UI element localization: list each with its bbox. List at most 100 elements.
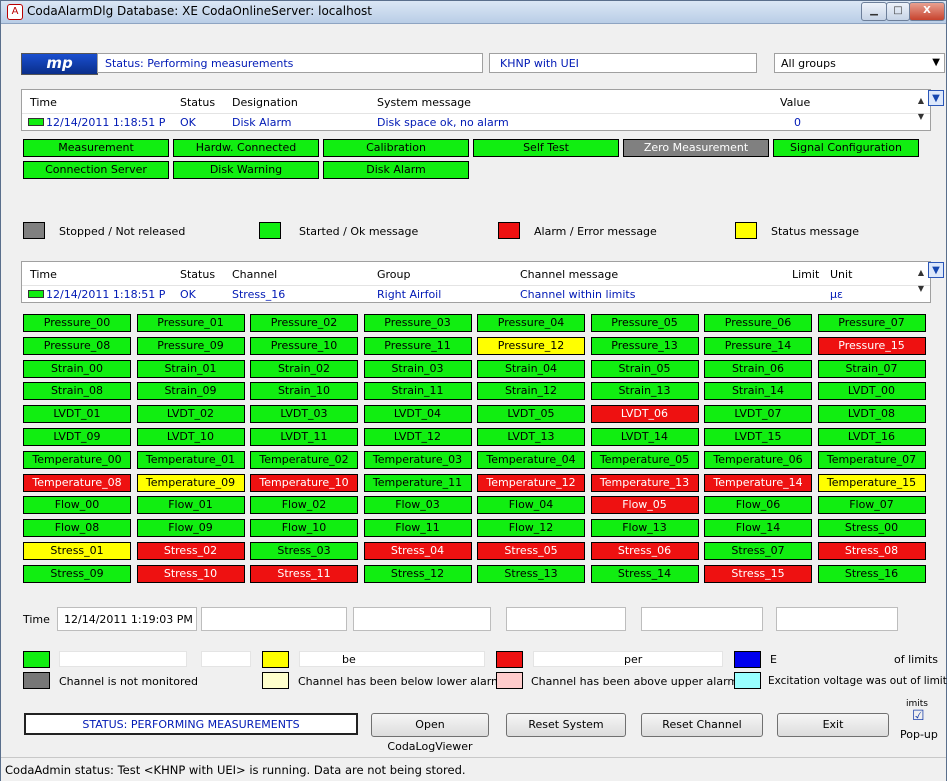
channel-strain-02[interactable]: Strain_02 — [250, 359, 358, 378]
channel-temperature-07[interactable]: Temperature_07 — [817, 450, 926, 469]
channel-stress-05[interactable]: Stress_05 — [477, 542, 585, 560]
channel-pressure-11[interactable]: Pressure_11 — [363, 336, 472, 355]
system-status-connection-server[interactable]: Connection Server — [23, 161, 169, 179]
table-row[interactable]: 12/14/2011 1:18:51 P OK Disk Alarm Disk … — [22, 114, 912, 130]
channel-stress-10[interactable]: Stress_10 — [136, 564, 245, 583]
channel-temperature-06[interactable]: Temperature_06 — [704, 450, 812, 469]
channel-stress-02[interactable]: Stress_02 — [136, 542, 245, 560]
channel-lvdt-05[interactable]: LVDT_05 — [477, 405, 585, 424]
channel-lvdt-16[interactable]: LVDT_16 — [817, 428, 926, 446]
system-status-zero-measurement[interactable]: Zero Measurement — [623, 139, 769, 157]
channel-lvdt-14[interactable]: LVDT_14 — [590, 428, 699, 446]
channel-lvdt-04[interactable]: LVDT_04 — [363, 405, 472, 424]
channel-pressure-05[interactable]: Pressure_05 — [590, 314, 699, 332]
channel-flow-07[interactable]: Flow_07 — [817, 496, 926, 515]
channel-temperature-01[interactable]: Temperature_01 — [136, 450, 245, 469]
channel-temperature-10[interactable]: Temperature_10 — [250, 473, 358, 492]
channel-flow-06[interactable]: Flow_06 — [704, 496, 812, 515]
channel-stress-07[interactable]: Stress_07 — [704, 542, 812, 560]
scroll-down-icon[interactable]: ▼ — [913, 110, 929, 123]
channel-temperature-08[interactable]: Temperature_08 — [23, 473, 131, 492]
expand-channel-table-icon[interactable]: ▼ — [928, 262, 944, 278]
channel-temperature-14[interactable]: Temperature_14 — [704, 473, 812, 492]
channel-lvdt-08[interactable]: LVDT_08 — [817, 405, 926, 424]
group-select[interactable]: All groups ▼ — [774, 53, 945, 73]
channel-stress-13[interactable]: Stress_13 — [477, 564, 585, 583]
channel-strain-13[interactable]: Strain_13 — [590, 382, 699, 401]
info-field-1[interactable] — [201, 607, 347, 631]
channel-temperature-02[interactable]: Temperature_02 — [250, 450, 358, 469]
channel-temperature-15[interactable]: Temperature_15 — [817, 473, 926, 492]
channel-flow-14[interactable]: Flow_14 — [704, 519, 812, 538]
scroll-down-icon[interactable]: ▼ — [913, 282, 929, 295]
system-message-table[interactable]: Time Status Designation System message V… — [21, 89, 931, 131]
channel-lvdt-07[interactable]: LVDT_07 — [704, 405, 812, 424]
channel-pressure-06[interactable]: Pressure_06 — [704, 314, 812, 332]
channel-strain-11[interactable]: Strain_11 — [363, 382, 472, 401]
channel-lvdt-03[interactable]: LVDT_03 — [250, 405, 358, 424]
channel-strain-01[interactable]: Strain_01 — [136, 359, 245, 378]
system-status-disk-warning[interactable]: Disk Warning — [173, 161, 319, 179]
channel-lvdt-12[interactable]: LVDT_12 — [363, 428, 472, 446]
channel-lvdt-02[interactable]: LVDT_02 — [136, 405, 245, 424]
table-row[interactable]: 12/14/2011 1:18:51 P OK Stress_16 Right … — [22, 286, 912, 302]
channel-pressure-10[interactable]: Pressure_10 — [250, 336, 358, 355]
channel-stress-06[interactable]: Stress_06 — [590, 542, 699, 560]
channel-stress-11[interactable]: Stress_11 — [250, 564, 358, 583]
channel-pressure-00[interactable]: Pressure_00 — [23, 314, 131, 332]
channel-flow-03[interactable]: Flow_03 — [363, 496, 472, 515]
expand-system-table-icon[interactable]: ▼ — [928, 90, 944, 106]
channel-lvdt-10[interactable]: LVDT_10 — [136, 428, 245, 446]
channel-stress-15[interactable]: Stress_15 — [704, 564, 812, 583]
channel-strain-10[interactable]: Strain_10 — [250, 382, 358, 401]
channel-strain-08[interactable]: Strain_08 — [23, 382, 131, 401]
channel-lvdt-01[interactable]: LVDT_01 — [23, 405, 131, 424]
channel-message-table[interactable]: Time Status Channel Group Channel messag… — [21, 261, 931, 303]
info-field-2[interactable] — [353, 607, 491, 631]
channel-pressure-14[interactable]: Pressure_14 — [704, 336, 812, 355]
channel-strain-12[interactable]: Strain_12 — [477, 382, 585, 401]
minimize-button[interactable]: ▁ — [861, 2, 887, 21]
channel-flow-08[interactable]: Flow_08 — [23, 519, 131, 538]
open-codalogviewer-button[interactable]: Open CodaLogViewer — [371, 713, 489, 753]
channel-flow-11[interactable]: Flow_11 — [363, 519, 472, 538]
channel-strain-07[interactable]: Strain_07 — [817, 359, 926, 378]
system-status-disk-alarm[interactable]: Disk Alarm — [323, 161, 469, 179]
channel-flow-05[interactable]: Flow_05 — [590, 496, 699, 515]
system-status-hardw-connected[interactable]: Hardw. Connected — [173, 139, 319, 157]
channel-pressure-13[interactable]: Pressure_13 — [590, 336, 699, 355]
channel-stress-08[interactable]: Stress_08 — [817, 542, 926, 560]
info-field-5[interactable] — [776, 607, 898, 631]
channel-strain-04[interactable]: Strain_04 — [477, 359, 585, 378]
reset-channel-button[interactable]: Reset Channel — [641, 713, 763, 737]
channel-stress-12[interactable]: Stress_12 — [363, 564, 472, 583]
system-status-signal-configuration[interactable]: Signal Configuration — [773, 139, 919, 157]
scroll-up-icon[interactable]: ▲ — [913, 94, 929, 107]
exit-button[interactable]: Exit — [777, 713, 889, 737]
channel-lvdt-06[interactable]: LVDT_06 — [590, 405, 699, 424]
time-field[interactable]: 12/14/2011 1:19:03 PM — [57, 607, 197, 631]
channel-pressure-09[interactable]: Pressure_09 — [136, 336, 245, 355]
info-field-4[interactable] — [641, 607, 763, 631]
channel-strain-00[interactable]: Strain_00 — [23, 359, 131, 378]
channel-pressure-15[interactable]: Pressure_15 — [817, 336, 926, 355]
channel-pressure-01[interactable]: Pressure_01 — [136, 314, 245, 332]
channel-stress-04[interactable]: Stress_04 — [363, 542, 472, 560]
close-button[interactable]: X — [909, 2, 945, 21]
channel-stress-03[interactable]: Stress_03 — [250, 542, 358, 560]
channel-pressure-07[interactable]: Pressure_07 — [817, 314, 926, 332]
channel-pressure-02[interactable]: Pressure_02 — [250, 314, 358, 332]
channel-temperature-00[interactable]: Temperature_00 — [23, 450, 131, 469]
channel-pressure-12[interactable]: Pressure_12 — [477, 336, 585, 355]
maximize-button[interactable]: □ — [886, 2, 910, 21]
channel-flow-13[interactable]: Flow_13 — [590, 519, 699, 538]
channel-strain-03[interactable]: Strain_03 — [363, 359, 472, 378]
channel-stress-00[interactable]: Stress_00 — [817, 519, 926, 538]
channel-flow-01[interactable]: Flow_01 — [136, 496, 245, 515]
channel-strain-05[interactable]: Strain_05 — [590, 359, 699, 378]
channel-temperature-04[interactable]: Temperature_04 — [477, 450, 585, 469]
channel-temperature-05[interactable]: Temperature_05 — [590, 450, 699, 469]
system-status-measurement[interactable]: Measurement — [23, 139, 169, 157]
channel-strain-14[interactable]: Strain_14 — [704, 382, 812, 401]
channel-temperature-11[interactable]: Temperature_11 — [363, 473, 472, 492]
